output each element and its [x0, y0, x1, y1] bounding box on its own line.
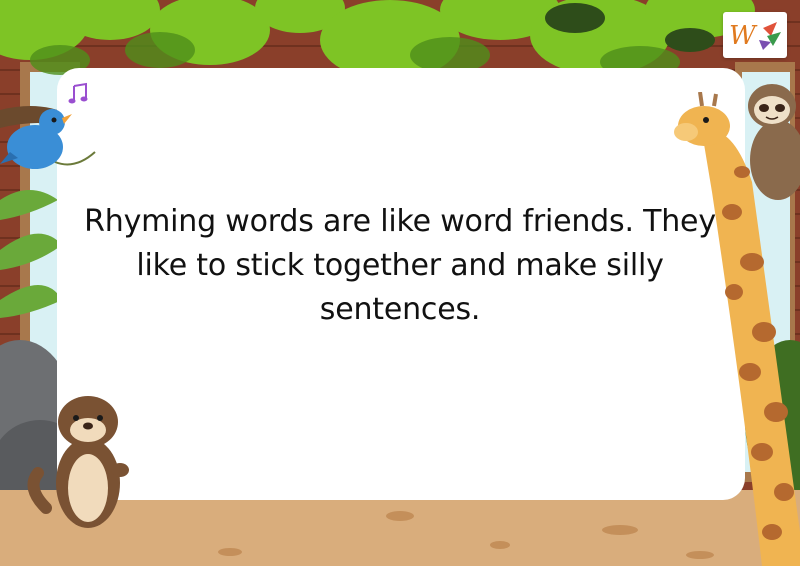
- sloth-illustration: [748, 84, 800, 200]
- otter-illustration: [27, 396, 129, 528]
- logo-letter: W: [729, 21, 758, 51]
- giraffe-muzzle: [674, 123, 698, 141]
- bird-beak: [62, 114, 72, 124]
- sloth-eye-left: [759, 104, 769, 112]
- brand-logo-mark: W: [729, 21, 781, 51]
- otter-belly: [68, 454, 108, 522]
- logo-flag-purple: [759, 40, 771, 50]
- bluebird-illustration: [0, 109, 96, 169]
- music-note-icon: [68, 82, 88, 104]
- sloth-body: [750, 120, 800, 200]
- giraffe-eye: [703, 117, 709, 123]
- otter-muzzle: [70, 418, 106, 442]
- otter-tail: [27, 467, 52, 514]
- otter-eye-left: [73, 415, 79, 421]
- bird-eye: [51, 117, 57, 123]
- otter-paw: [111, 463, 129, 477]
- otter-eye-right: [97, 415, 103, 421]
- card-message: Rhyming words are like word friends. The…: [84, 204, 716, 327]
- sloth-eye-right: [775, 104, 785, 112]
- otter-nose: [83, 422, 93, 430]
- bird-head: [39, 109, 65, 135]
- giraffe-horn-right: [712, 93, 718, 107]
- brand-logo: W: [723, 12, 787, 58]
- sloth-face: [754, 96, 790, 124]
- giraffe-horn-left: [698, 92, 704, 107]
